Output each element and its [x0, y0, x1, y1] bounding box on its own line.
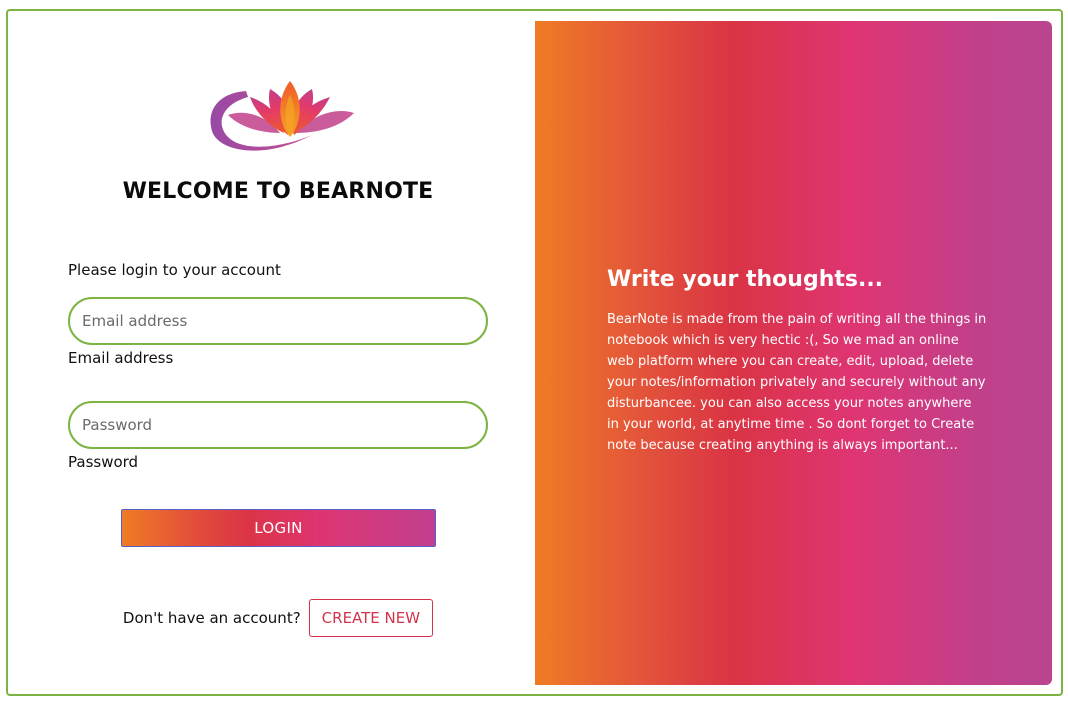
lotus-logo-icon — [210, 81, 354, 151]
login-button[interactable]: LOGIN — [121, 509, 436, 547]
login-panel: WELCOME TO BEARNOTE Please login to your… — [8, 11, 536, 694]
login-subtitle: Please login to your account — [68, 261, 281, 279]
no-account-text: Don't have an account? — [122, 609, 301, 627]
email-label: Email address — [68, 349, 174, 367]
password-label: Password — [68, 453, 139, 471]
signup-row: Don't have an account? CREATE NEW — [8, 599, 548, 637]
email-input[interactable] — [68, 297, 488, 345]
promo-description: BearNote is made from the pain of writin… — [607, 312, 987, 453]
promo-title: Write your thoughts... — [607, 267, 884, 292]
promo-panel: Write your thoughts... BearNote is made … — [535, 21, 1052, 685]
create-new-button[interactable]: CREATE NEW — [308, 599, 434, 637]
password-input[interactable] — [68, 401, 488, 449]
login-card: WELCOME TO BEARNOTE Please login to your… — [6, 9, 1063, 696]
welcome-title: WELCOME TO BEARNOTE — [122, 179, 434, 204]
